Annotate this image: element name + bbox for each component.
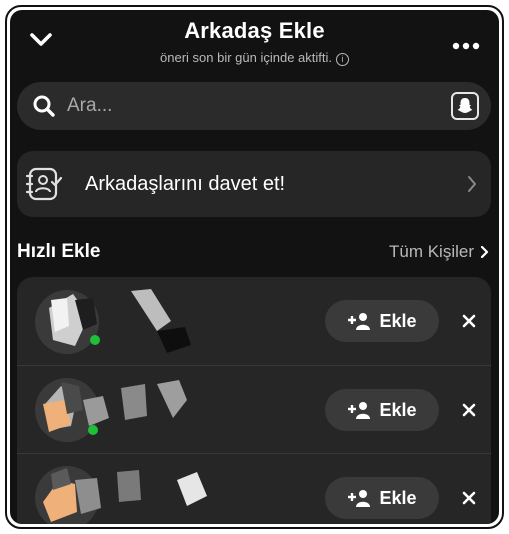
quick-add-list: Ekle Ekle Ekle	[17, 277, 491, 524]
list-item: Ekle	[17, 365, 491, 453]
page-subtitle: öneri son bir gün içinde aktifti. i	[10, 50, 499, 66]
search-icon	[33, 95, 55, 117]
list-item: Ekle	[17, 277, 491, 365]
add-friend-icon	[348, 402, 371, 419]
snapchat-ghost-button[interactable]	[451, 92, 479, 120]
more-options-button[interactable]	[451, 38, 481, 50]
add-friends-screen: Arkadaş Ekle öneri son bir gün içinde ak…	[10, 10, 499, 524]
page-title: Arkadaş Ekle	[184, 18, 325, 43]
add-friend-button[interactable]: Ekle	[325, 389, 439, 431]
info-icon[interactable]: i	[335, 53, 349, 66]
subtitle-text: öneri son bir gün içinde aktifti.	[160, 50, 332, 65]
chevron-right-icon	[480, 245, 489, 259]
add-friend-label: Ekle	[379, 399, 417, 420]
avatar	[35, 466, 101, 524]
add-friend-icon	[348, 490, 371, 507]
avatar	[35, 290, 100, 354]
avatar	[35, 378, 109, 442]
search-input[interactable]	[67, 90, 427, 122]
chevron-right-icon	[468, 176, 476, 192]
all-contacts-label: Tüm Kişiler	[388, 242, 474, 261]
close-icon[interactable]	[461, 490, 477, 506]
quick-add-title: Hızlı Ekle	[17, 241, 101, 262]
invite-friends-label: Arkadaşlarını davet et!	[85, 173, 286, 195]
add-friend-button[interactable]: Ekle	[325, 300, 439, 342]
list-item: Ekle	[17, 453, 491, 524]
all-contacts-link[interactable]: Tüm Kişiler	[389, 242, 489, 262]
search-bar	[17, 82, 491, 130]
add-friend-label: Ekle	[379, 310, 417, 331]
blurred-name	[131, 289, 191, 353]
invite-friends-row[interactable]: Arkadaşlarını davet et!	[17, 151, 491, 217]
add-friend-icon	[348, 313, 371, 330]
more-icon	[452, 42, 480, 50]
close-icon[interactable]	[461, 313, 477, 329]
close-icon[interactable]	[461, 402, 477, 418]
add-friend-label: Ekle	[379, 487, 417, 508]
add-friend-button[interactable]: Ekle	[325, 477, 439, 519]
contacts-book-icon	[25, 167, 63, 201]
blurred-name	[117, 470, 207, 506]
snapchat-ghost-icon	[457, 98, 473, 113]
blurred-name	[121, 380, 187, 420]
